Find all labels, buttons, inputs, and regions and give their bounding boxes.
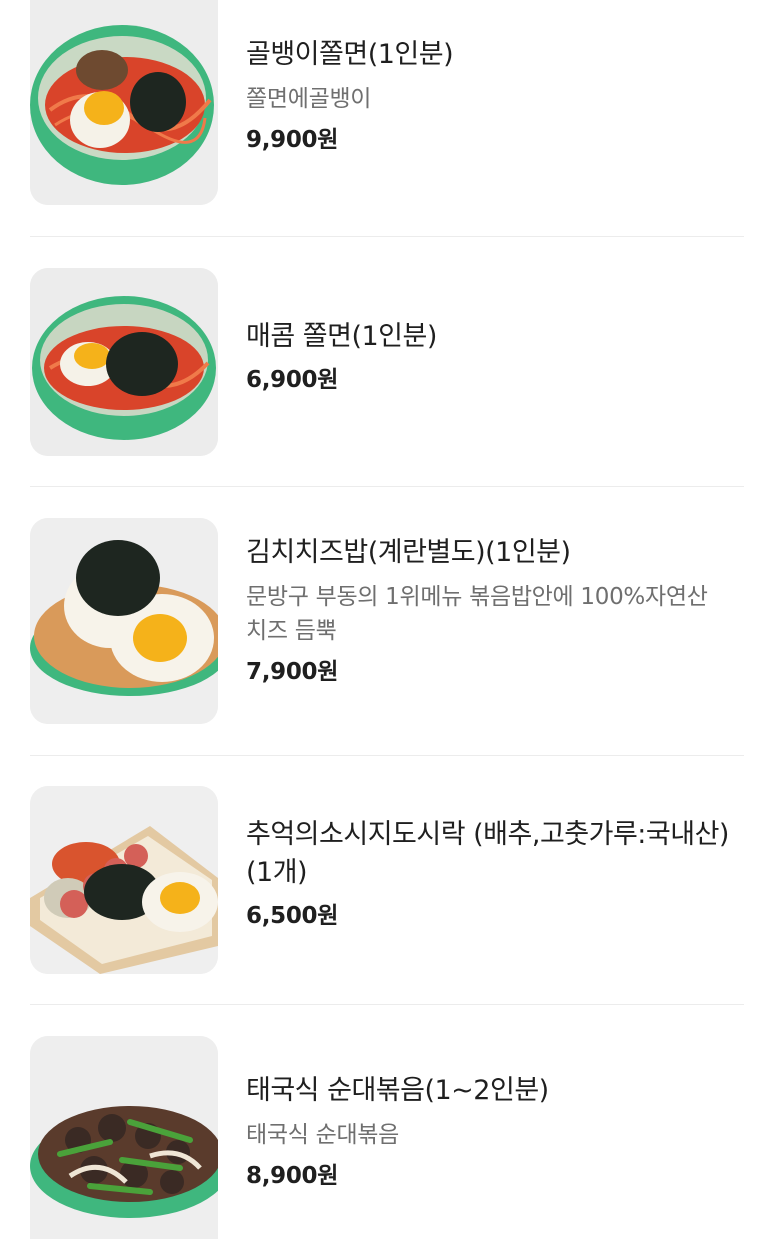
food-image-thai-sundae bbox=[30, 1036, 218, 1239]
menu-item-name: 골뱅이쫄면(1인분) bbox=[246, 39, 454, 70]
menu-item-name: 김치치즈밥(계란별도)(1인분) bbox=[246, 537, 571, 568]
menu-item-maekom-jjolmyeon[interactable]: 매콤 쫄면(1인분) 6,900원 bbox=[30, 268, 744, 456]
menu-item-description: 문방구 부동의 1위메뉴 볶음밥안에 100%자연산 치즈 듬뿍 bbox=[246, 584, 708, 644]
divider bbox=[30, 755, 744, 756]
menu-item-price: 6,900원 bbox=[246, 367, 339, 393]
menu-item-golbaengi-jjolmyeon[interactable]: 골뱅이쫄면(1인분) 쫄면에골뱅이 9,900원 bbox=[30, 0, 744, 208]
menu-item-thai-sundae[interactable]: 태국식 순대볶음(1~2인분) 태국식 순대볶음 8,900원 bbox=[30, 1036, 744, 1239]
menu-item-price: 9,900원 bbox=[246, 127, 339, 153]
menu-item-info: 추억의소시지도시락 (배추,고춧가루:국내산)(1개) 6,500원 bbox=[246, 816, 744, 932]
menu-item-kimchi-cheese-rice[interactable]: 김치치즈밥(계란별도)(1인분) 문방구 부동의 1위메뉴 볶음밥안에 100%… bbox=[30, 518, 744, 724]
menu-item-info: 골뱅이쫄면(1인분) 쫄면에골뱅이 9,900원 bbox=[246, 36, 744, 156]
menu-item-sausage-lunchbox[interactable]: 추억의소시지도시락 (배추,고춧가루:국내산)(1개) 6,500원 bbox=[30, 786, 744, 974]
menu-item-name: 매콤 쫄면(1인분) bbox=[246, 321, 437, 352]
food-image-kimchi-cheese-rice bbox=[30, 518, 218, 724]
food-image-maekom-jjolmyeon bbox=[30, 268, 218, 456]
divider bbox=[30, 236, 744, 237]
divider bbox=[30, 486, 744, 487]
menu-item-price: 6,500원 bbox=[246, 903, 339, 929]
menu-item-price: 8,900원 bbox=[246, 1163, 339, 1189]
divider bbox=[30, 1004, 744, 1005]
menu-list: 골뱅이쫄면(1인분) 쫄면에골뱅이 9,900원 매콤 쫄면(1인분) 6,90… bbox=[0, 0, 773, 1239]
menu-item-info: 매콤 쫄면(1인분) 6,900원 bbox=[246, 318, 744, 396]
menu-item-info: 태국식 순대볶음(1~2인분) 태국식 순대볶음 8,900원 bbox=[246, 1072, 744, 1192]
menu-item-name: 태국식 순대볶음(1~2인분) bbox=[246, 1075, 549, 1106]
food-image-golbaengi-jjolmyeon bbox=[30, 0, 218, 205]
menu-item-description: 태국식 순대볶음 bbox=[246, 1122, 400, 1148]
menu-item-price: 7,900원 bbox=[246, 659, 339, 685]
menu-item-name: 추억의소시지도시락 (배추,고춧가루:국내산)(1개) bbox=[246, 819, 729, 888]
menu-item-description: 쫄면에골뱅이 bbox=[246, 86, 372, 112]
menu-item-info: 김치치즈밥(계란별도)(1인분) 문방구 부동의 1위메뉴 볶음밥안에 100%… bbox=[246, 534, 744, 688]
food-image-sausage-lunchbox bbox=[30, 786, 218, 974]
